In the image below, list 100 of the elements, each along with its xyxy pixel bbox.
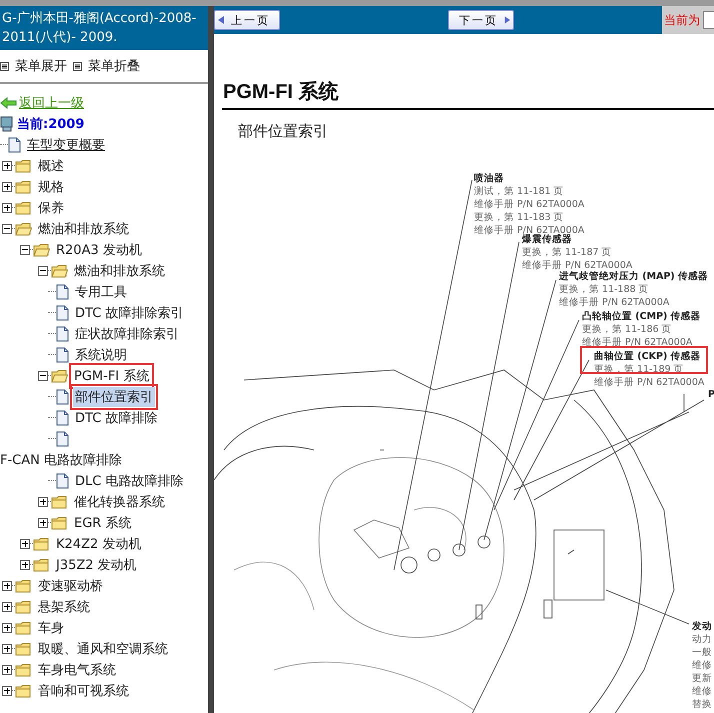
menu-action[interactable]: 菜单折叠 xyxy=(73,57,140,75)
expand-toggle[interactable] xyxy=(2,644,12,654)
expand-toggle[interactable] xyxy=(38,266,48,276)
expand-toggle[interactable] xyxy=(38,370,48,380)
expand-toggle[interactable] xyxy=(2,224,12,234)
tree-item[interactable]: 变速驱动桥 xyxy=(36,576,105,596)
tree-item[interactable]: PGM-FI 系统 xyxy=(72,366,152,386)
current-page-label: 当前为 xyxy=(664,12,700,28)
document-icon xyxy=(56,430,69,446)
tree-item[interactable]: R20A3 发动机 xyxy=(54,240,144,260)
section-subtitle: 部件位置索引 xyxy=(238,122,328,141)
folder-icon xyxy=(51,494,68,508)
callout-heading: 凸轮轴位置 (CMP) 传感器 xyxy=(582,310,701,323)
folder-icon xyxy=(51,516,68,530)
tree-item[interactable]: 燃油和排放系统 xyxy=(72,260,167,280)
list-icon xyxy=(73,62,82,70)
tree-item[interactable]: 催化转换器系统 xyxy=(72,492,167,512)
document-icon xyxy=(56,284,69,300)
folder-icon xyxy=(15,620,32,634)
callout-text: 维修手册 P/N 62TA000A xyxy=(559,296,670,309)
back-link[interactable]: 返回上一级 xyxy=(19,94,84,112)
tree-item[interactable]: K24Z2 发动机 xyxy=(54,534,144,554)
tree-item[interactable]: DTC 故障排除 xyxy=(73,408,160,428)
expand-toggle[interactable] xyxy=(20,244,30,254)
document-icon xyxy=(56,410,69,426)
expand-toggle[interactable] xyxy=(20,560,30,570)
tree-item[interactable]: 取暖、通风和空调系统 xyxy=(36,638,170,658)
expand-toggle[interactable] xyxy=(2,580,12,590)
callout-text: 更换，第 11-183 页 xyxy=(474,211,565,224)
left-arrow-icon xyxy=(217,15,225,25)
callout-text: 维修手册 P/N 62TA000A xyxy=(474,198,584,211)
tree-item[interactable]: F-CAN 电路故障排除 xyxy=(0,450,124,470)
tree-item[interactable]: 车身 xyxy=(36,618,66,638)
computer-icon xyxy=(0,116,14,132)
open-folder-icon xyxy=(51,264,68,278)
tree-item[interactable]: 音响和可视系统 xyxy=(36,680,131,700)
folder-icon xyxy=(15,158,32,172)
folder-icon xyxy=(15,180,32,194)
expand-toggle[interactable] xyxy=(2,160,12,170)
tree-item[interactable]: 燃油和排放系统 xyxy=(36,218,131,238)
menu-action[interactable]: 菜单展开 xyxy=(0,57,67,75)
callout-heading: 进气歧管绝对压力 (MAP) 传感器 xyxy=(559,270,708,283)
section-title: PGM-FI 系统 xyxy=(223,80,339,105)
folder-icon xyxy=(15,642,32,656)
open-folder-icon xyxy=(33,242,50,256)
callout-text: 维修 xyxy=(692,685,712,698)
expand-toggle[interactable] xyxy=(38,496,48,506)
callout-text: 更换，第 11-186 页 xyxy=(582,323,673,336)
document-icon xyxy=(56,326,69,342)
tree-item[interactable]: J35Z2 发动机 xyxy=(54,554,139,574)
expand-toggle[interactable] xyxy=(2,602,12,612)
expand-toggle[interactable] xyxy=(20,538,30,548)
callout-text: 维修 xyxy=(692,659,712,672)
back-arrow-icon xyxy=(0,96,17,108)
previous-page-button[interactable]: 上一页 xyxy=(214,10,280,30)
document-icon xyxy=(8,136,21,152)
folder-icon xyxy=(15,200,32,214)
callout-text: 动力 xyxy=(692,633,712,646)
callout-heading: 喷油器 xyxy=(474,172,505,185)
open-folder-icon xyxy=(51,368,68,382)
expand-toggle[interactable] xyxy=(38,518,48,528)
callout-text: 更新 xyxy=(692,672,712,685)
tree-item[interactable]: 症状故障排除索引 xyxy=(73,324,181,344)
expand-toggle[interactable] xyxy=(2,202,12,212)
callout-heading: 曲轴位置 (CKP) 传感器 xyxy=(594,350,702,363)
expand-toggle[interactable] xyxy=(2,686,12,696)
current-label: 当前:2009 xyxy=(17,116,84,132)
callout-text: 维修手册 P/N 62TA000A xyxy=(594,376,704,389)
expand-toggle[interactable] xyxy=(2,182,12,192)
tree-item[interactable]: 车身电气系统 xyxy=(36,660,118,680)
document-icon xyxy=(56,388,69,404)
tree-item[interactable]: 规格 xyxy=(36,176,66,196)
tree-item[interactable]: 系统说明 xyxy=(73,344,129,364)
tree-item[interactable]: 部件位置索引 xyxy=(73,386,155,406)
document-icon xyxy=(56,346,69,362)
callout-heading: 爆震传感器 xyxy=(522,234,573,246)
tree-item[interactable]: 保养 xyxy=(36,198,66,218)
folder-icon xyxy=(15,600,32,614)
folder-icon xyxy=(33,558,50,572)
tree-item[interactable]: 概述 xyxy=(36,156,66,176)
tree-item[interactable]: EGR 系统 xyxy=(72,512,134,532)
tree-item[interactable]: DTC 故障排除索引 xyxy=(73,302,186,322)
callout-text: 一般 xyxy=(692,646,712,659)
tree-item[interactable]: 车型变更概要 xyxy=(25,134,107,154)
expand-toggle[interactable] xyxy=(2,664,12,674)
tree-item[interactable]: 悬架系统 xyxy=(36,596,92,616)
folder-icon xyxy=(33,536,50,550)
right-arrow-icon xyxy=(504,15,511,25)
open-folder-icon xyxy=(15,222,32,236)
folder-icon xyxy=(15,662,32,676)
callout-text: 维修手册 P/N 62TA000A xyxy=(522,259,632,271)
document-icon xyxy=(56,304,69,320)
next-page-button[interactable]: 下一页 xyxy=(448,10,514,30)
folder-icon xyxy=(15,578,32,592)
folder-icon xyxy=(15,684,32,698)
callout-text: 测试，第 11-181 页 xyxy=(474,185,565,198)
callout-text: 维修手册 P/N 62TA000A xyxy=(582,336,694,349)
tree-item[interactable]: 专用工具 xyxy=(73,282,129,302)
tree-item[interactable]: DLC 电路故障排除 xyxy=(73,470,186,490)
expand-toggle[interactable] xyxy=(2,622,12,632)
